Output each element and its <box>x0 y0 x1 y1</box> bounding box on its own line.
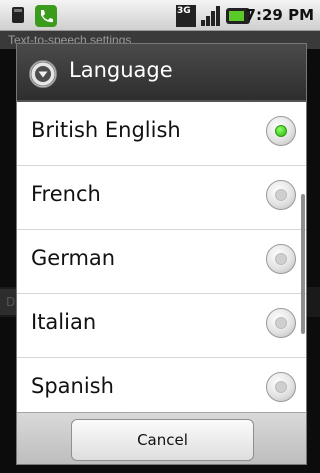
list-item-french[interactable]: French <box>17 166 306 230</box>
list-item-spanish[interactable]: Spanish <box>17 358 306 412</box>
radio-button[interactable] <box>266 372 296 402</box>
signal-icon <box>201 6 220 26</box>
option-label: German <box>31 246 116 270</box>
option-label: Spanish <box>31 374 114 398</box>
radio-button-selected[interactable] <box>266 116 296 146</box>
background-strip-label: D <box>0 289 16 315</box>
status-time: 7:29 PM <box>245 6 314 24</box>
option-label: Italian <box>31 310 97 334</box>
radio-button[interactable] <box>266 180 296 210</box>
language-dialog: Language British English French German I… <box>16 43 307 465</box>
list-item-german[interactable]: German <box>17 230 306 294</box>
radio-button[interactable] <box>266 244 296 274</box>
list-item-italian[interactable]: Italian <box>17 294 306 358</box>
list-item-british-english[interactable]: British English <box>17 102 306 166</box>
status-bar: 3G 7:29 PM <box>0 0 320 31</box>
cancel-button[interactable]: Cancel <box>71 419 254 461</box>
language-list[interactable]: British English French German Italian Sp… <box>17 102 306 412</box>
radio-button[interactable] <box>266 308 296 338</box>
chevron-down-circle-icon <box>29 60 57 88</box>
option-label: French <box>31 182 101 206</box>
dialog-title: Language <box>69 58 173 82</box>
phone-call-icon <box>35 5 57 27</box>
list-scrollbar[interactable] <box>301 194 305 334</box>
option-label: British English <box>31 118 181 142</box>
sd-card-icon <box>12 7 24 23</box>
dialog-footer: Cancel <box>17 412 306 464</box>
dialog-title-bar: Language <box>17 44 306 102</box>
network-type-label: 3G <box>177 6 191 16</box>
